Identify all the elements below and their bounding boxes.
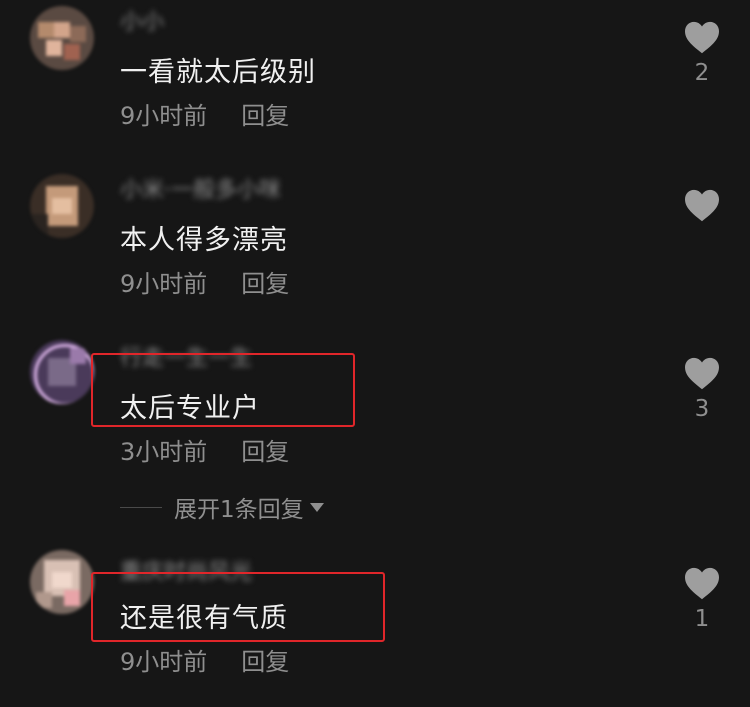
like-button[interactable]: 3 [682,356,722,424]
heart-icon [685,189,719,222]
like-button[interactable]: 2 [682,20,722,88]
heart-icon [685,357,719,390]
heart-icon [685,567,719,600]
expand-replies-label: 展开1条回复 [174,497,304,523]
timestamp: 9小时前 [120,270,208,298]
avatar[interactable] [30,174,94,238]
timestamp: 9小时前 [120,102,208,130]
triangle-down-icon [309,502,324,512]
comment-text: 本人得多漂亮 [120,225,288,256]
reply-button[interactable]: 回复 [241,648,289,676]
reply-button[interactable]: 回复 [241,270,289,298]
timestamp: 9小时前 [120,648,208,676]
reply-button[interactable]: 回复 [241,102,289,130]
avatar[interactable] [30,6,94,70]
like-button[interactable]: 1 [682,566,722,634]
like-count: 1 [694,606,710,632]
like-count: 3 [694,396,710,422]
highlight-box [91,572,385,642]
like-count [682,228,722,256]
expand-replies-button[interactable]: 展开1条回复 [120,490,324,524]
divider [120,506,162,508]
timestamp: 3小时前 [120,438,208,466]
like-button[interactable] [682,188,722,256]
comment-text: 一看就太后级别 [120,57,316,88]
like-count: 2 [694,60,710,86]
comment-meta: 9小时前 回复 [120,96,289,131]
username[interactable]: 小米·一般多小咪 [120,172,281,203]
comment-meta: 9小时前 回复 [120,642,289,677]
username[interactable]: 小小 [120,4,164,35]
highlight-box [91,353,355,427]
comment-meta: 3小时前 回复 [120,432,289,467]
avatar[interactable] [30,340,94,404]
comment-meta: 9小时前 回复 [120,264,289,299]
reply-button[interactable]: 回复 [241,438,289,466]
avatar[interactable] [30,550,94,614]
heart-icon [685,21,719,54]
